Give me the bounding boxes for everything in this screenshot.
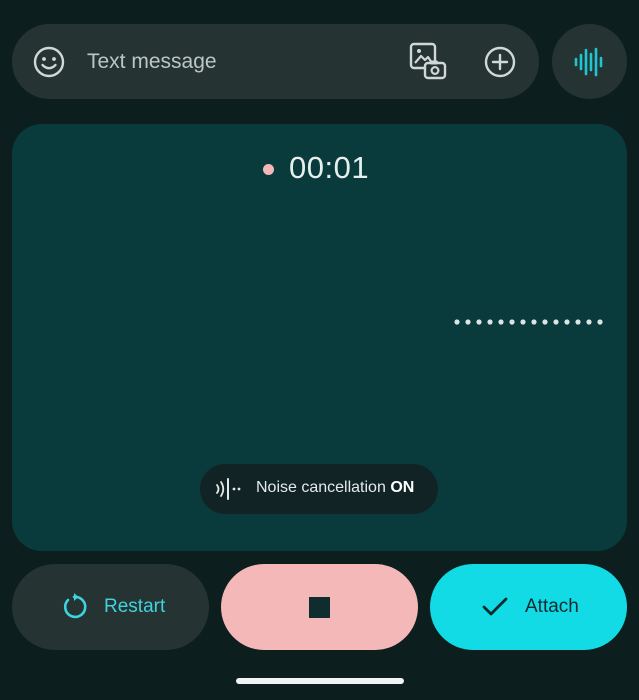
attach-button[interactable]: Attach xyxy=(430,564,627,650)
add-attachment-button[interactable] xyxy=(482,44,518,80)
attach-label: Attach xyxy=(525,596,579,617)
plus-circle-icon xyxy=(484,46,516,78)
gallery-camera-icon xyxy=(409,42,447,80)
recording-timer: 00:01 xyxy=(289,150,370,185)
gallery-button[interactable] xyxy=(408,41,448,81)
voice-recorder-screen: 00:01 xyxy=(0,0,639,700)
checkmark-icon xyxy=(482,597,508,616)
restart-label: Restart xyxy=(104,596,166,617)
noise-cancellation-toggle[interactable]: Noise cancellation ON xyxy=(200,464,438,514)
audio-waveform-icon xyxy=(574,47,603,77)
emoji-button[interactable] xyxy=(30,43,68,81)
noise-cancellation-label: Noise cancellation ON xyxy=(256,479,415,496)
smiley-face-icon xyxy=(33,46,65,78)
waveform-visualization xyxy=(454,319,603,325)
recording-indicator-dot xyxy=(263,164,274,175)
restart-button[interactable]: Restart xyxy=(12,564,209,650)
stop-button[interactable] xyxy=(221,564,418,650)
recording-panel: 00:01 Noise cancellation ON xyxy=(12,124,627,551)
message-input[interactable] xyxy=(87,46,387,78)
home-indicator[interactable] xyxy=(236,678,404,684)
stop-icon xyxy=(309,597,330,618)
noise-cancellation-icon xyxy=(216,478,241,500)
compose-bar xyxy=(12,24,539,99)
noise-cancellation-state: ON xyxy=(390,479,415,496)
restart-icon xyxy=(63,593,87,619)
voice-record-button[interactable] xyxy=(552,24,627,99)
